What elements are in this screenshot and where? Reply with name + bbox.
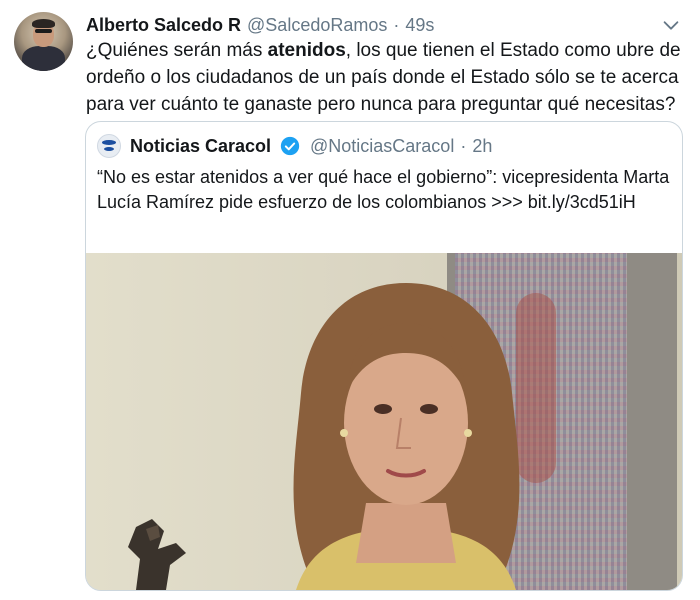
tweet[interactable]: Alberto Salcedo R @SalcedoRamos · 49s ¿Quié…: [0, 0, 700, 600]
bold-word: atenidos: [267, 40, 346, 61]
tweet-text: ¿Quiénes serán más atenidos, los que tie…: [86, 40, 681, 115]
person-image: [293, 283, 520, 590]
avatar[interactable]: [14, 12, 73, 71]
noticias-caracol-logo[interactable]: [97, 134, 121, 158]
quoted-author-name[interactable]: Noticias Caracol: [130, 133, 271, 159]
quoted-author-handle[interactable]: @NoticiasCaracol: [310, 136, 454, 156]
quoted-text: “No es estar atenidos a ver qué hace el …: [97, 167, 670, 212]
verified-badge-icon: [280, 136, 300, 156]
chevron-down-icon[interactable]: [660, 14, 682, 36]
quoted-media-image[interactable]: [86, 253, 682, 590]
author-handle[interactable]: @SalcedoRamos: [247, 15, 387, 35]
quoted-separator-dot: ·: [460, 136, 467, 156]
tweet-timestamp[interactable]: 49s: [405, 15, 434, 35]
tweet-header: Alberto Salcedo R @SalcedoRamos · 49s: [86, 13, 434, 37]
separator-dot: ·: [393, 15, 400, 35]
quoted-tweet[interactable]: Noticias Caracol @NoticiasCaracol · 2h “No…: [85, 121, 683, 591]
sculpture-image: [128, 519, 186, 590]
quoted-timestamp[interactable]: 2h: [472, 136, 492, 156]
author-name[interactable]: Alberto Salcedo R: [86, 15, 241, 35]
